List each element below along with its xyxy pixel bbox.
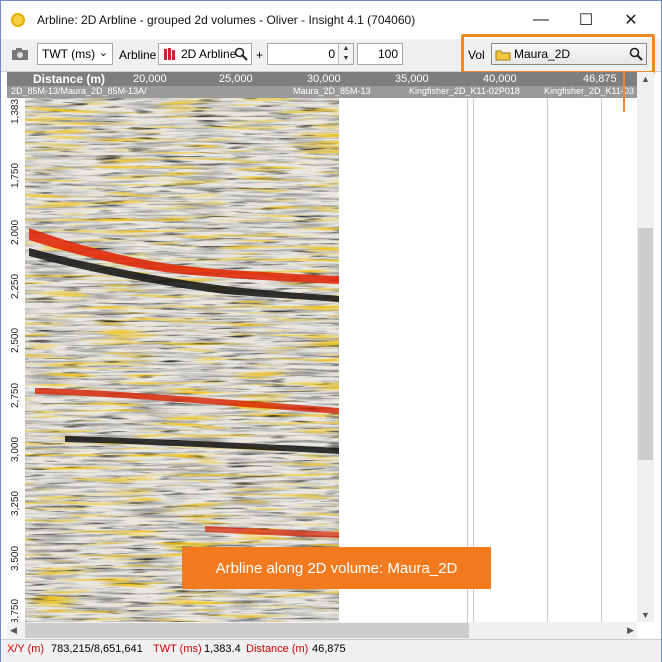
arbline-field[interactable]: 2D Arbline <box>158 43 252 65</box>
line-label: 2D_85M-13/Maura_2D_85M-13A/ <box>11 86 147 96</box>
offset-stepper[interactable]: 0 ▲ ▼ <box>267 43 354 65</box>
domain-select-value: TWT (ms) <box>42 47 96 61</box>
scroll-down-icon[interactable]: ▼ <box>641 610 650 620</box>
insight-app-icon <box>11 13 25 27</box>
horizontal-scroll-thumb[interactable] <box>25 623 469 638</box>
line-label: Maura_2D_85M-13 <box>293 86 371 96</box>
vertical-scroll-thumb[interactable] <box>638 228 653 460</box>
distance-label: Distance (m) <box>246 643 309 655</box>
search-icon[interactable] <box>234 47 248 61</box>
arbline-value: 2D Arbline <box>181 47 237 61</box>
seismic-section-image <box>25 98 339 622</box>
arbline-label: Arbline <box>119 48 157 62</box>
twt-tick: 2,750 <box>10 382 21 408</box>
twt-tick: 3,750 <box>10 598 21 622</box>
scale-input[interactable]: 100 <box>357 43 403 65</box>
distance-axis-title: Distance (m) <box>33 72 106 86</box>
twt-tick: 3,000 <box>10 436 21 462</box>
twt-label: TWT (ms) <box>153 643 202 655</box>
distance-tick: 30,000 <box>307 73 341 85</box>
line-marker <box>601 98 602 622</box>
folder-icon <box>495 50 511 61</box>
twt-tick: 2,000 <box>10 219 21 245</box>
seismic-plot[interactable]: Distance (m) 20,000 25,000 30,000 35,000… <box>7 72 637 622</box>
line-marker <box>467 98 468 622</box>
status-bar: X/Y (m) 783,215/8,651,641 TWT (ms) 1,383… <box>1 639 661 662</box>
vertical-scrollbar[interactable]: ▲ ▼ <box>637 72 654 622</box>
minimize-button[interactable]: — <box>519 5 563 35</box>
xy-value: 783,215/8,651,641 <box>51 643 143 655</box>
scroll-left-icon[interactable]: ◀ <box>10 625 17 636</box>
scroll-right-icon[interactable]: ▶ <box>627 625 634 636</box>
xy-label: X/Y (m) <box>7 643 45 655</box>
line-intersections-band: 2D_85M-13/Maura_2D_85M-13A/ Maura_2D_85M… <box>7 86 637 98</box>
twt-value: 1,383.4 <box>204 643 241 655</box>
distance-tick: 46,875 <box>583 73 617 85</box>
line-label: Kingfisher_2D_K11-03 <box>544 86 634 96</box>
distance-tick: 20,000 <box>133 73 167 85</box>
twt-tick: 3,250 <box>10 490 21 516</box>
horizontal-scrollbar[interactable]: ◀ ▶ <box>7 622 637 639</box>
annotation-callout: Arbline along 2D volume: Maura_2D <box>182 547 491 589</box>
line-label: Kingfisher_2D_K11-02P018 <box>409 86 520 96</box>
distance-tick: 40,000 <box>483 73 517 85</box>
twt-tick: 2,250 <box>10 273 21 299</box>
window-title: Arbline: 2D Arbline - grouped 2d volumes… <box>37 13 416 27</box>
offset-value: 0 <box>328 47 335 61</box>
twt-tick: 2,500 <box>10 327 21 353</box>
line-marker <box>547 98 548 622</box>
arbline-icon <box>164 48 175 60</box>
chevron-down-icon: ⌄ <box>98 47 108 59</box>
volume-value: Maura_2D <box>514 47 571 61</box>
twt-axis: 1,383 1,750 2,000 2,250 2,500 2,750 3,00… <box>7 98 25 622</box>
maximize-button[interactable]: ☐ <box>564 5 608 35</box>
line-marker <box>473 98 474 622</box>
volume-field[interactable]: Maura_2D <box>491 43 647 65</box>
camera-icon[interactable] <box>11 47 29 61</box>
twt-tick: 1,750 <box>10 162 21 188</box>
twt-tick: 3,500 <box>10 545 21 571</box>
distance-value: 46,875 <box>312 643 346 655</box>
white-data-gap <box>339 98 637 622</box>
distance-tick: 25,000 <box>219 73 253 85</box>
app-window: Arbline: 2D Arbline - grouped 2d volumes… <box>0 0 662 662</box>
plus-label: + <box>256 48 264 62</box>
distance-tick: 35,000 <box>395 73 429 85</box>
distance-axis: Distance (m) 20,000 25,000 30,000 35,000… <box>7 72 637 86</box>
stepper-arrows-icon[interactable]: ▲ ▼ <box>338 44 353 64</box>
cursor-marker <box>623 72 625 112</box>
scroll-up-icon[interactable]: ▲ <box>641 74 650 84</box>
twt-tick: 1,383 <box>10 98 21 124</box>
search-icon[interactable] <box>629 47 643 61</box>
domain-select[interactable]: TWT (ms) ⌄ <box>37 43 113 65</box>
close-button[interactable]: ✕ <box>609 5 653 35</box>
